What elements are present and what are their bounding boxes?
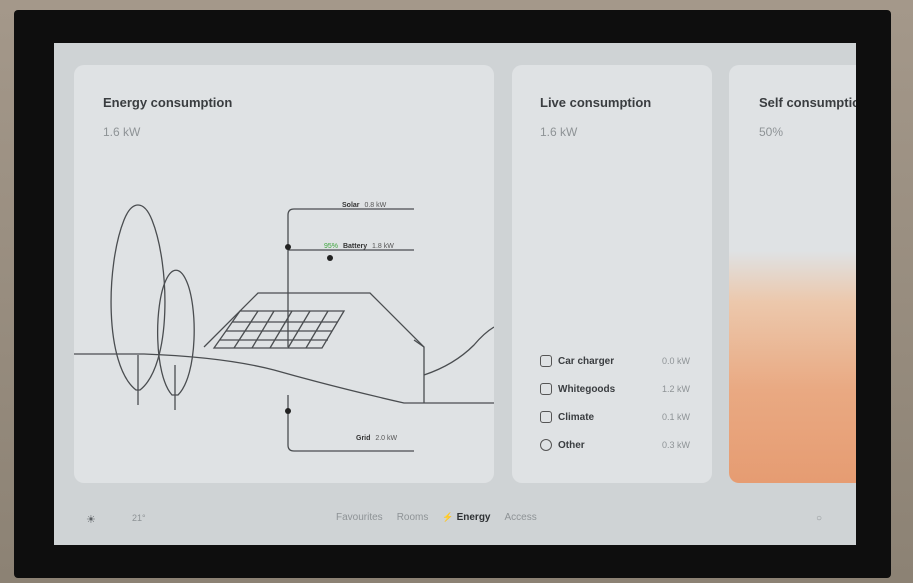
battery-percent: 95% bbox=[324, 243, 338, 250]
list-item-value: 0.1 kW bbox=[661, 412, 690, 422]
card-value: 1.6 kW bbox=[540, 125, 578, 139]
list-item[interactable]: Climate 0.1 kW bbox=[540, 403, 690, 431]
nav-tabs: Favourites Rooms Energy Access bbox=[336, 512, 537, 523]
list-item-label: Car charger bbox=[558, 355, 615, 367]
list-item-value: 0.0 kW bbox=[661, 356, 690, 366]
solar-value: 0.8 kW bbox=[364, 202, 386, 209]
self-consumption-card[interactable]: Self consumption 50% bbox=[729, 65, 856, 483]
card-title: Live consumption bbox=[540, 95, 652, 110]
grid-value: 2.0 kW bbox=[375, 435, 397, 442]
list-item-value: 0.3 kW bbox=[661, 440, 690, 450]
list-item-label: Whitegoods bbox=[558, 383, 616, 395]
hill-icon bbox=[423, 326, 494, 376]
self-consumption-fill bbox=[729, 251, 856, 483]
grid-label: Grid bbox=[356, 435, 370, 442]
list-item[interactable]: Car charger 0.0 kW bbox=[540, 347, 690, 375]
list-item-label: Other bbox=[558, 439, 585, 451]
solar-label: Solar bbox=[342, 202, 360, 209]
battery-flow-label: 95% Battery 1.8 kW bbox=[324, 243, 394, 250]
other-icon bbox=[540, 439, 552, 451]
solar-flow-label: Solar 0.8 kW bbox=[342, 202, 387, 209]
settings-icon[interactable]: ○ bbox=[816, 513, 822, 524]
grid-flow-label: Grid 2.0 kW bbox=[356, 435, 398, 442]
live-consumption-list: Car charger 0.0 kW Whitegoods 1.2 kW Cli… bbox=[540, 347, 690, 459]
temperature-readout: 21° bbox=[132, 513, 146, 523]
energy-flow-diagram: Solar 0.8 kW 95% Battery 1.8 kW Grid 2.0… bbox=[74, 202, 494, 452]
grid-wire bbox=[287, 395, 414, 452]
climate-icon bbox=[540, 411, 552, 423]
live-consumption-card[interactable]: Live consumption 1.6 kW Car charger 0.0 … bbox=[512, 65, 712, 483]
list-item[interactable]: Other 0.3 kW bbox=[540, 431, 690, 459]
tab-favourites[interactable]: Favourites bbox=[336, 512, 383, 523]
tab-energy[interactable]: Energy bbox=[442, 512, 491, 523]
whitegoods-icon bbox=[540, 383, 552, 395]
tablet-screen: Energy consumption 1.6 kW Solar 0.8 kW 9… bbox=[54, 43, 856, 545]
ground-line-icon bbox=[74, 353, 494, 404]
tab-rooms[interactable]: Rooms bbox=[397, 512, 429, 523]
car-charger-icon bbox=[540, 355, 552, 367]
list-item[interactable]: Whitegoods 1.2 kW bbox=[540, 375, 690, 403]
bottom-nav: ☀ 21° Favourites Rooms Energy Access ○ bbox=[54, 495, 856, 545]
solar-wire bbox=[287, 208, 414, 347]
energy-consumption-card[interactable]: Energy consumption 1.6 kW Solar 0.8 kW 9… bbox=[74, 65, 494, 483]
battery-value: 1.8 kW bbox=[372, 243, 394, 250]
weather-icon[interactable]: ☀ bbox=[86, 513, 96, 526]
card-value: 50% bbox=[759, 125, 784, 139]
battery-label: Battery bbox=[343, 243, 367, 250]
list-item-value: 1.2 kW bbox=[661, 384, 690, 394]
list-item-label: Climate bbox=[558, 411, 595, 423]
card-title: Self consumption bbox=[759, 95, 856, 110]
tab-access[interactable]: Access bbox=[505, 512, 537, 523]
